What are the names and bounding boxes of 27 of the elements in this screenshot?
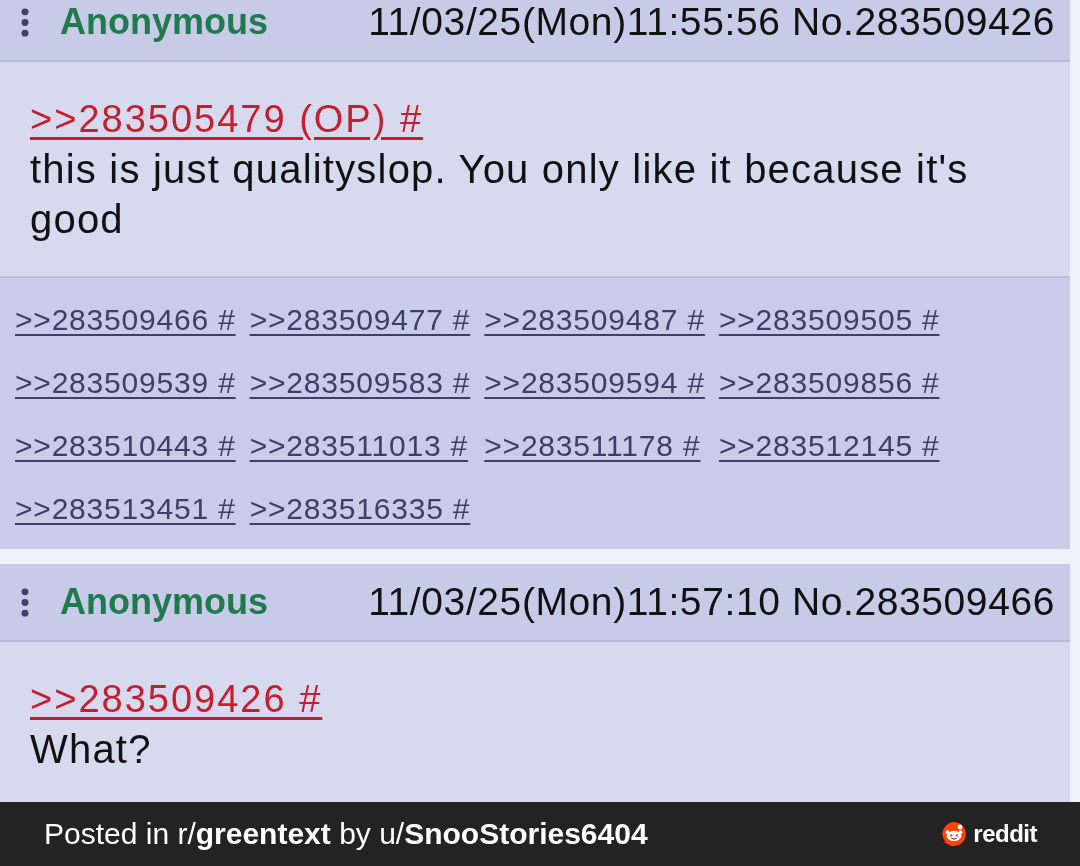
post-timestamp: 11/03/25(Mon)11:57:10 No.283509466	[368, 580, 1055, 624]
author-name: Anonymous	[60, 581, 268, 623]
quote-link[interactable]: >>283509426 #	[30, 678, 323, 720]
reply-link[interactable]: >>283511178 #	[484, 414, 705, 477]
reply-link[interactable]: >>283510443 #	[15, 414, 236, 477]
reply-link[interactable]: >>283509594 #	[484, 351, 705, 414]
post-text: What?	[30, 726, 153, 773]
more-options-icon[interactable]	[21, 7, 29, 37]
reply-link[interactable]: >>283511013 #	[249, 414, 471, 477]
post-text: this is just qualityslop. You only like it because it's good	[30, 146, 970, 243]
reply-link[interactable]: >>283509487 #	[484, 288, 705, 351]
reply-link[interactable]: >>283509583 #	[249, 351, 471, 414]
reply-link[interactable]: >>283509466 #	[15, 288, 236, 351]
post-timestamp: 11/03/25(Mon)11:55:56 No.283509426	[368, 0, 1055, 44]
reply-link[interactable]: >>283509539 #	[15, 351, 236, 414]
reply-link[interactable]: >>283509505 #	[718, 288, 940, 351]
mascot-icon	[941, 821, 968, 847]
reply-link[interactable]: >>283509477 #	[249, 288, 471, 351]
more-options-icon[interactable]	[21, 587, 29, 617]
reply-link[interactable]: >>283516335 #	[249, 477, 471, 540]
post-caption: Posted in r/greentext by u/SnooStories6404	[44, 817, 648, 851]
reply-link[interactable]: >>283509856 #	[718, 351, 940, 414]
author-name: Anonymous	[60, 1, 268, 43]
reply-link[interactable]: >>283513451 #	[15, 477, 236, 540]
quote-link[interactable]: >>283505479 (OP) #	[30, 98, 424, 140]
reply-link[interactable]: >>283512145 #	[718, 414, 940, 477]
brand-name: reddit	[973, 820, 1037, 848]
